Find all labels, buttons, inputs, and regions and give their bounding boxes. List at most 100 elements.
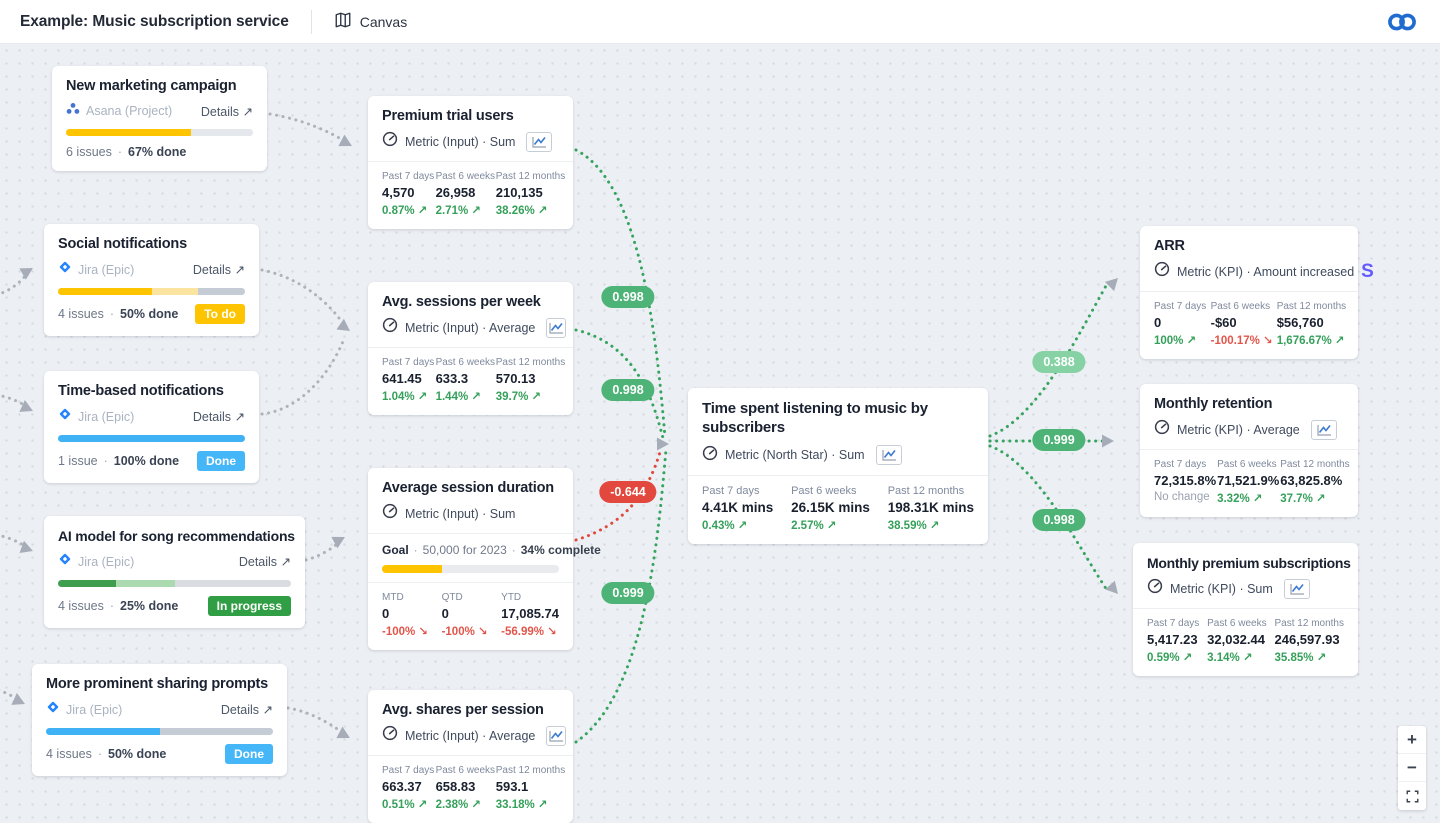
progress-bar [66, 129, 253, 136]
chart-icon[interactable] [876, 445, 902, 465]
source-label: Jira (Epic) [78, 555, 134, 569]
work-card-title: AI model for song recommendations [58, 528, 291, 544]
jira-icon [58, 552, 72, 571]
work-card-title: Time-based notifications [58, 383, 245, 399]
tab-canvas[interactable]: Canvas [334, 11, 407, 32]
metric-card-arr[interactable]: ARR Metric (KPI) · Amount increased S Pa… [1140, 226, 1358, 359]
metric-card-avg-sessions[interactable]: Avg. sessions per week Metric (Input) · … [368, 282, 573, 415]
metric-meta: Metric (Input) · Average [405, 729, 535, 743]
zoom-controls: + − [1398, 726, 1426, 810]
metric-card-avg-shares[interactable]: Avg. shares per session Metric (Input) ·… [368, 690, 573, 823]
chart-icon[interactable] [546, 318, 566, 338]
metric-title: Monthly retention [1154, 396, 1344, 412]
fit-view-button[interactable] [1398, 782, 1426, 810]
metric-title: Premium trial users [382, 108, 559, 124]
edge-correlation-badge[interactable]: 0.998 [1032, 509, 1085, 531]
source-label: Jira (Epic) [66, 703, 122, 717]
canvas[interactable]: New marketing campaign Asana (Project) D… [0, 44, 1440, 823]
tab-canvas-label: Canvas [360, 14, 407, 30]
edge-correlation-badge[interactable]: 0.998 [601, 379, 654, 401]
progress-bar [58, 435, 245, 442]
done-percent: 50% done [108, 747, 166, 761]
edge-correlation-badge[interactable]: 0.999 [1032, 429, 1085, 451]
work-card-sharing-prompts[interactable]: More prominent sharing prompts Jira (Epi… [32, 664, 287, 776]
metric-title: Average session duration [382, 480, 559, 496]
gauge-icon [382, 503, 398, 524]
metric-meta: Metric (KPI) · Average [1177, 423, 1300, 437]
done-percent: 100% done [114, 454, 179, 468]
issues-count: 4 issues [46, 747, 92, 761]
status-badge: Done [225, 744, 273, 764]
work-card-title: Social notifications [58, 236, 245, 252]
jira-icon [58, 407, 72, 426]
progress-bar [46, 728, 273, 735]
header-divider [311, 10, 312, 34]
metric-meta: Metric (Input) · Average [405, 321, 535, 335]
gauge-icon [382, 317, 398, 338]
metric-card-premium-trial-users[interactable]: Premium trial users Metric (Input) · Sum… [368, 96, 573, 229]
details-link[interactable]: Details ↗ [221, 702, 273, 717]
edge-correlation-badge[interactable]: 0.998 [601, 286, 654, 308]
zoom-in-button[interactable]: + [1398, 726, 1426, 754]
metric-title: Avg. sessions per week [382, 294, 559, 310]
doubleloop-logo[interactable] [1386, 10, 1418, 39]
metric-title: Avg. shares per session [382, 702, 559, 718]
top-bar: Example: Music subscription service Canv… [0, 0, 1440, 44]
details-link[interactable]: Details ↗ [193, 262, 245, 277]
metric-title: ARR [1154, 238, 1344, 254]
issues-count: 1 issue [58, 454, 98, 468]
gauge-icon [1154, 261, 1170, 282]
metric-title: Monthly premium subscriptions [1147, 555, 1344, 571]
metric-meta: Metric (KPI) · Sum [1170, 582, 1273, 596]
chart-icon[interactable] [526, 132, 552, 152]
chart-icon[interactable] [546, 726, 566, 746]
progress-bar [58, 580, 291, 587]
done-percent: 25% done [120, 599, 178, 613]
issues-count: 4 issues [58, 307, 104, 321]
metric-meta: Metric (North Star) · Sum [725, 448, 865, 462]
progress-bar [58, 288, 245, 295]
metric-card-monthly-retention[interactable]: Monthly retention Metric (KPI) · Average… [1140, 384, 1358, 517]
edge-correlation-badge[interactable]: -0.644 [599, 481, 656, 503]
status-badge: In progress [208, 596, 291, 616]
metric-meta: Metric (Input) · Sum [405, 507, 515, 521]
work-card-title: New marketing campaign [66, 78, 253, 94]
source-label: Asana (Project) [86, 104, 172, 118]
stripe-icon: S [1361, 262, 1374, 281]
metric-card-monthly-subscriptions[interactable]: Monthly premium subscriptions Metric (KP… [1133, 543, 1358, 676]
work-card-title: More prominent sharing prompts [46, 676, 273, 692]
jira-icon [46, 700, 60, 719]
work-card-social-notifications[interactable]: Social notifications Jira (Epic) Details… [44, 224, 259, 336]
jira-icon [58, 260, 72, 279]
gauge-icon [382, 131, 398, 152]
issues-count: 6 issues [66, 145, 112, 159]
issues-count: 4 issues [58, 599, 104, 613]
work-card-ai-model[interactable]: AI model for song recommendations Jira (… [44, 516, 305, 628]
gauge-icon [1154, 419, 1170, 440]
details-link[interactable]: Details ↗ [193, 409, 245, 424]
edge-correlation-badge[interactable]: 0.388 [1032, 351, 1085, 373]
zoom-out-button[interactable]: − [1398, 754, 1426, 782]
gauge-icon [702, 445, 718, 466]
details-link[interactable]: Details ↗ [239, 554, 291, 569]
done-percent: 50% done [120, 307, 178, 321]
asana-icon [66, 102, 80, 120]
work-card-new-marketing-campaign[interactable]: New marketing campaign Asana (Project) D… [52, 66, 267, 171]
chart-icon[interactable] [1311, 420, 1337, 440]
source-label: Jira (Epic) [78, 410, 134, 424]
goal-row: Goal·50,000 for 2023·34% complete [382, 543, 559, 557]
metric-card-north-star[interactable]: Time spent listening to music by subscri… [688, 388, 988, 544]
gauge-icon [1147, 578, 1163, 599]
metric-card-session-duration[interactable]: Average session duration Metric (Input) … [368, 468, 573, 650]
map-icon [334, 11, 352, 32]
edge-correlation-badge[interactable]: 0.999 [601, 582, 654, 604]
chart-icon[interactable] [1284, 579, 1310, 599]
metric-title: Time spent listening to music by subscri… [702, 400, 972, 438]
status-badge: Done [197, 451, 245, 471]
metric-meta: Metric (Input) · Sum [405, 135, 515, 149]
goal-progress-bar [382, 565, 559, 573]
status-badge: To do [195, 304, 245, 324]
details-link[interactable]: Details ↗ [201, 104, 253, 119]
work-card-time-based-notifications[interactable]: Time-based notifications Jira (Epic) Det… [44, 371, 259, 483]
gauge-icon [382, 725, 398, 746]
